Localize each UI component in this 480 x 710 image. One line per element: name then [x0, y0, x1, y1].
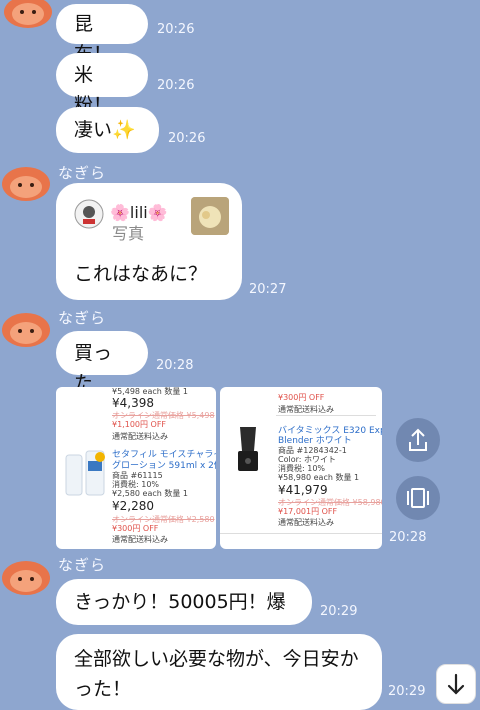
sender-name: なぎら — [58, 164, 107, 182]
share-icon — [409, 428, 427, 451]
photo-price: ¥2,280 — [112, 499, 154, 513]
sender-name: なぎら — [58, 556, 107, 574]
scroll-to-bottom-button[interactable] — [436, 664, 476, 704]
avatar[interactable] — [0, 162, 52, 206]
timestamp: 20:28 — [156, 358, 194, 373]
photo-left[interactable]: ¥5,498 each 数量 1 ¥4,398 オンライン通常価格 ¥5,498… — [56, 387, 216, 549]
reply-avatar-icon — [74, 199, 104, 229]
photo-discount: ¥17,001円 OFF — [278, 507, 338, 516]
reply-thumbnail[interactable] — [191, 197, 229, 235]
message-bubble-with-reply[interactable]: 🌸lili🌸 写真 これはなあに？ — [56, 183, 242, 300]
product-image — [238, 427, 258, 471]
photo-text: 通常配送料込み — [278, 518, 334, 527]
photo-discount: ¥300円 OFF — [278, 393, 325, 402]
photo-discount: ¥1,100円 OFF — [112, 420, 167, 429]
gallery-button[interactable] — [396, 476, 440, 520]
message-bubble[interactable]: 買った — [56, 331, 148, 394]
photo-price: ¥4,398 — [112, 396, 154, 410]
message-text: きっかり！50005円！爆 — [74, 591, 286, 613]
sender-name: なぎら — [58, 309, 107, 327]
arrow-down-icon — [447, 673, 465, 695]
message-text: 全部欲しい必要な物が、今日安か — [74, 648, 359, 670]
product-image — [65, 450, 105, 496]
avatar[interactable] — [0, 308, 52, 352]
avatar[interactable] — [2, 0, 54, 34]
timestamp: 20:26 — [168, 131, 206, 146]
message-text: これはなあに？ — [74, 263, 208, 285]
photo-text: ¥58,980 each 数量 1 — [278, 473, 360, 482]
timestamp: 20:26 — [157, 22, 195, 37]
message-bubble[interactable]: 凄い✨ — [56, 107, 159, 153]
message-bubble[interactable]: 昆布！ — [56, 4, 148, 65]
share-button[interactable] — [396, 418, 440, 462]
timestamp: 20:29 — [388, 684, 426, 699]
gallery-icon — [407, 488, 429, 508]
timestamp: 20:29 — [320, 604, 358, 619]
message-bubble[interactable]: きっかり！50005円！爆 — [56, 579, 312, 625]
message-bubble[interactable]: 全部欲しい必要な物が、今日安か った！ — [56, 634, 382, 710]
timestamp: 20:27 — [249, 282, 287, 297]
avatar[interactable] — [0, 556, 52, 600]
photo-right[interactable]: ¥300円 OFF 通常配送料込み バイタミックス E320 Explorian… — [220, 387, 382, 549]
photo-price: ¥41,979 — [278, 483, 328, 497]
photo-text: 通常配送料込み — [112, 432, 168, 441]
reply-type-label: 写真 — [112, 224, 145, 243]
photo-text: 通常配送料込み — [112, 535, 168, 544]
message-bubble[interactable]: 米粉！ — [56, 53, 148, 116]
timestamp: 20:26 — [157, 78, 195, 93]
photo-text: ¥2,580 each 数量 1 — [112, 489, 189, 498]
photo-discount: ¥300円 OFF — [112, 524, 159, 533]
timestamp: 20:28 — [389, 530, 427, 545]
message-text: 凄い✨ — [74, 119, 136, 141]
photo-text: 通常配送料込み — [278, 405, 334, 414]
message-text: った！ — [74, 678, 132, 700]
